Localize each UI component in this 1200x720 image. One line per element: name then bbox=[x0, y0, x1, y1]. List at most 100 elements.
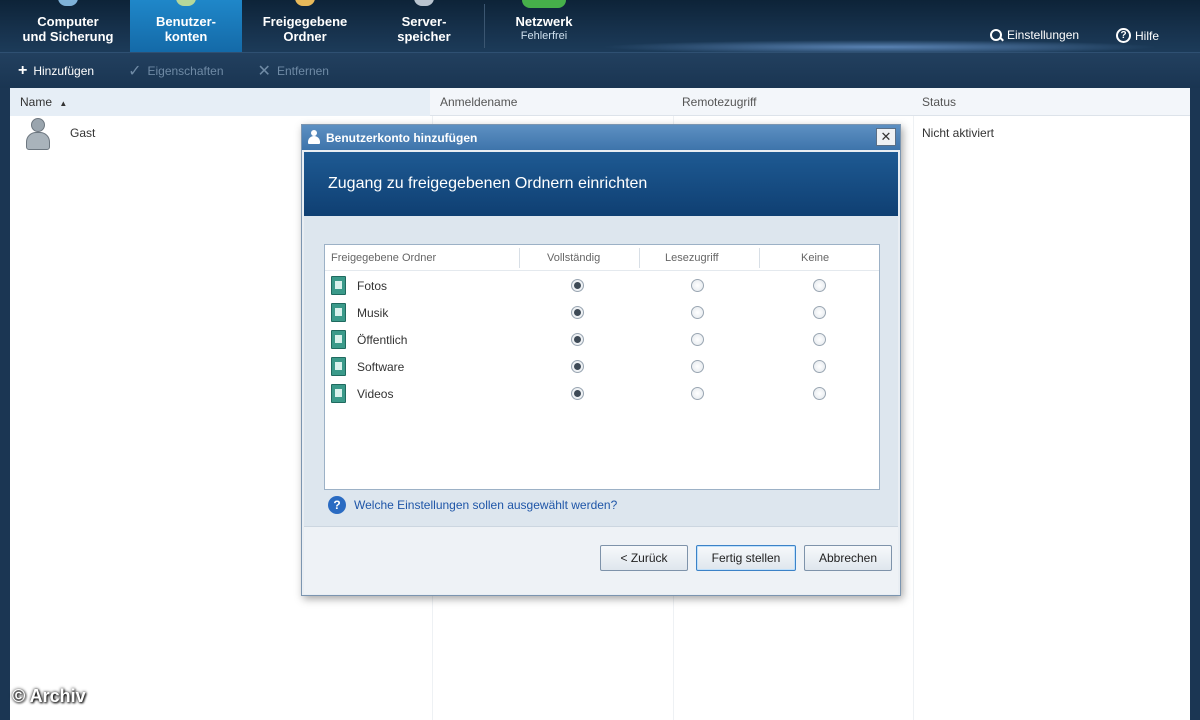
server-storage-icon bbox=[414, 0, 434, 6]
folder-row-videos: Videos bbox=[325, 381, 879, 408]
nav-tab-computer-line2: und Sicherung bbox=[22, 29, 114, 44]
radio-read-access[interactable] bbox=[691, 360, 704, 373]
checkmark-icon: ✓ bbox=[128, 62, 142, 80]
nav-tab-computer[interactable]: Computer und Sicherung bbox=[8, 0, 128, 52]
header-shared-folders: Freigegebene Ordner bbox=[331, 252, 437, 264]
shared-folder-icon bbox=[331, 330, 347, 350]
window-frame-left bbox=[0, 88, 10, 720]
radio-full-access[interactable] bbox=[571, 360, 584, 373]
copyright-watermark: © Archiv bbox=[12, 686, 86, 706]
radio-no-access[interactable] bbox=[813, 360, 826, 373]
dialog-close-button[interactable]: ✕ bbox=[876, 128, 896, 146]
add-label: Hinzufügen bbox=[33, 63, 95, 78]
column-header-remote-access[interactable]: Remotezugriff bbox=[682, 95, 756, 109]
folder-name: Öffentlich bbox=[357, 333, 408, 347]
nav-tab-computer-line1: Computer bbox=[37, 14, 99, 29]
settings-search-icon bbox=[990, 28, 1003, 42]
settings-link[interactable]: Einstellungen bbox=[990, 28, 1079, 42]
radio-no-access[interactable] bbox=[813, 279, 826, 292]
radio-no-access[interactable] bbox=[813, 333, 826, 346]
nav-tab-server-storage[interactable]: Server- speicher bbox=[370, 0, 478, 52]
nav-tab-network-line1: Netzwerk bbox=[515, 14, 573, 29]
cancel-button[interactable]: Abbrechen bbox=[804, 545, 892, 571]
folder-name: Software bbox=[357, 360, 405, 374]
add-user-dialog: Benutzerkonto hinzufügen ✕ Zugang zu fre… bbox=[301, 124, 901, 596]
dialog-body: Freigegebene Ordner Vollständig Lesezugr… bbox=[304, 216, 898, 526]
dialog-title-bar[interactable]: Benutzerkonto hinzufügen bbox=[302, 125, 900, 150]
help-link-text: Welche Einstellungen sollen ausgewählt w… bbox=[354, 498, 618, 512]
radio-read-access[interactable] bbox=[691, 306, 704, 319]
plus-icon: + bbox=[18, 61, 28, 79]
folder-name: Fotos bbox=[357, 279, 388, 293]
remove-button[interactable]: ✕ Entfernen bbox=[258, 61, 329, 81]
nav-tab-users-line2: konten bbox=[164, 29, 208, 44]
radio-full-access[interactable] bbox=[571, 279, 584, 292]
network-status-text: Fehlerfrei bbox=[520, 30, 568, 42]
header-no-access: Keine bbox=[801, 252, 830, 264]
sorted-column-highlight bbox=[10, 88, 430, 116]
user-name: Gast bbox=[70, 126, 96, 140]
computer-icon bbox=[58, 0, 78, 6]
radio-no-access[interactable] bbox=[813, 306, 826, 319]
shared-folder-icon bbox=[295, 0, 315, 6]
folder-row-musik: Musik bbox=[325, 300, 879, 327]
column-divider bbox=[913, 116, 914, 720]
add-button[interactable]: + Hinzufügen bbox=[18, 62, 94, 80]
nav-tab-shared-folders[interactable]: Freigegebene Ordner bbox=[246, 0, 364, 52]
header-separator bbox=[519, 248, 520, 268]
radio-full-access[interactable] bbox=[571, 306, 584, 319]
folder-name: Videos bbox=[357, 387, 394, 401]
toolbar: + Hinzufügen ✓ Eigenschaften ✕ Entfernen bbox=[0, 52, 1200, 88]
permissions-table-header: Freigegebene Ordner Vollständig Lesezugr… bbox=[325, 245, 879, 271]
properties-label: Eigenschaften bbox=[147, 63, 224, 78]
radio-no-access[interactable] bbox=[813, 387, 826, 400]
dialog-title: Benutzerkonto hinzufügen bbox=[326, 130, 478, 145]
finish-button[interactable]: Fertig stellen bbox=[696, 545, 796, 571]
shared-folder-icon bbox=[331, 303, 347, 323]
shared-folder-icon bbox=[331, 276, 347, 296]
nav-tab-storage-line1: Server- bbox=[401, 14, 447, 29]
folder-row-fotos: Fotos bbox=[325, 273, 879, 300]
dialog-heading-banner: Zugang zu freigegebenen Ordnern einricht… bbox=[304, 152, 898, 216]
dialog-footer: < Zurück Fertig stellen Abbrechen bbox=[304, 526, 898, 594]
radio-read-access[interactable] bbox=[691, 333, 704, 346]
user-status: Nicht aktiviert bbox=[922, 126, 995, 140]
nav-separator bbox=[484, 4, 485, 48]
nav-tab-folders-line1: Freigegebene bbox=[262, 14, 348, 29]
close-icon: ✕ bbox=[880, 129, 892, 144]
user-account-icon bbox=[308, 130, 320, 144]
user-avatar-icon bbox=[24, 118, 52, 152]
column-name-label: Name bbox=[20, 95, 53, 109]
nav-tab-storage-line2: speicher bbox=[397, 29, 451, 44]
shared-folder-icon bbox=[331, 384, 347, 404]
back-button[interactable]: < Zurück bbox=[600, 545, 688, 571]
dialog-heading: Zugang zu freigegebenen Ordnern einricht… bbox=[328, 175, 648, 192]
nav-tab-user-accounts[interactable]: Benutzer- konten bbox=[130, 0, 242, 52]
nav-tab-users-line1: Benutzer- bbox=[156, 14, 216, 29]
help-link[interactable]: ? Hilfe bbox=[1116, 28, 1159, 43]
header-separator bbox=[639, 248, 640, 268]
column-header-login[interactable]: Anmeldename bbox=[440, 95, 517, 109]
shared-folder-icon bbox=[331, 357, 347, 377]
header-read-access: Lesezugriff bbox=[665, 252, 719, 264]
sort-ascending-icon: ▲ bbox=[59, 99, 68, 108]
folder-row-software: Software bbox=[325, 354, 879, 381]
radio-full-access[interactable] bbox=[571, 333, 584, 346]
remove-label: Entfernen bbox=[276, 63, 329, 78]
column-header-status[interactable]: Status bbox=[922, 95, 956, 109]
radio-read-access[interactable] bbox=[691, 387, 704, 400]
users-icon bbox=[176, 0, 196, 6]
folder-row-oeffentlich: Öffentlich bbox=[325, 327, 879, 354]
settings-label: Einstellungen bbox=[1007, 28, 1080, 42]
header-full-access: Vollständig bbox=[547, 252, 601, 264]
header-separator bbox=[759, 248, 760, 268]
radio-read-access[interactable] bbox=[691, 279, 704, 292]
radio-full-access[interactable] bbox=[571, 387, 584, 400]
window-frame-right bbox=[1190, 88, 1200, 720]
column-header-name[interactable]: Name ▲ bbox=[20, 95, 67, 109]
settings-help-link[interactable]: ? Welche Einstellungen sollen ausgewählt… bbox=[328, 496, 617, 514]
user-list-header: Name ▲ Anmeldename Remotezugriff Status bbox=[10, 88, 1190, 116]
help-question-icon: ? bbox=[328, 496, 346, 514]
nav-tab-network[interactable]: Netzwerk Fehlerfrei bbox=[488, 0, 600, 52]
properties-button[interactable]: ✓ Eigenschaften bbox=[128, 61, 223, 81]
